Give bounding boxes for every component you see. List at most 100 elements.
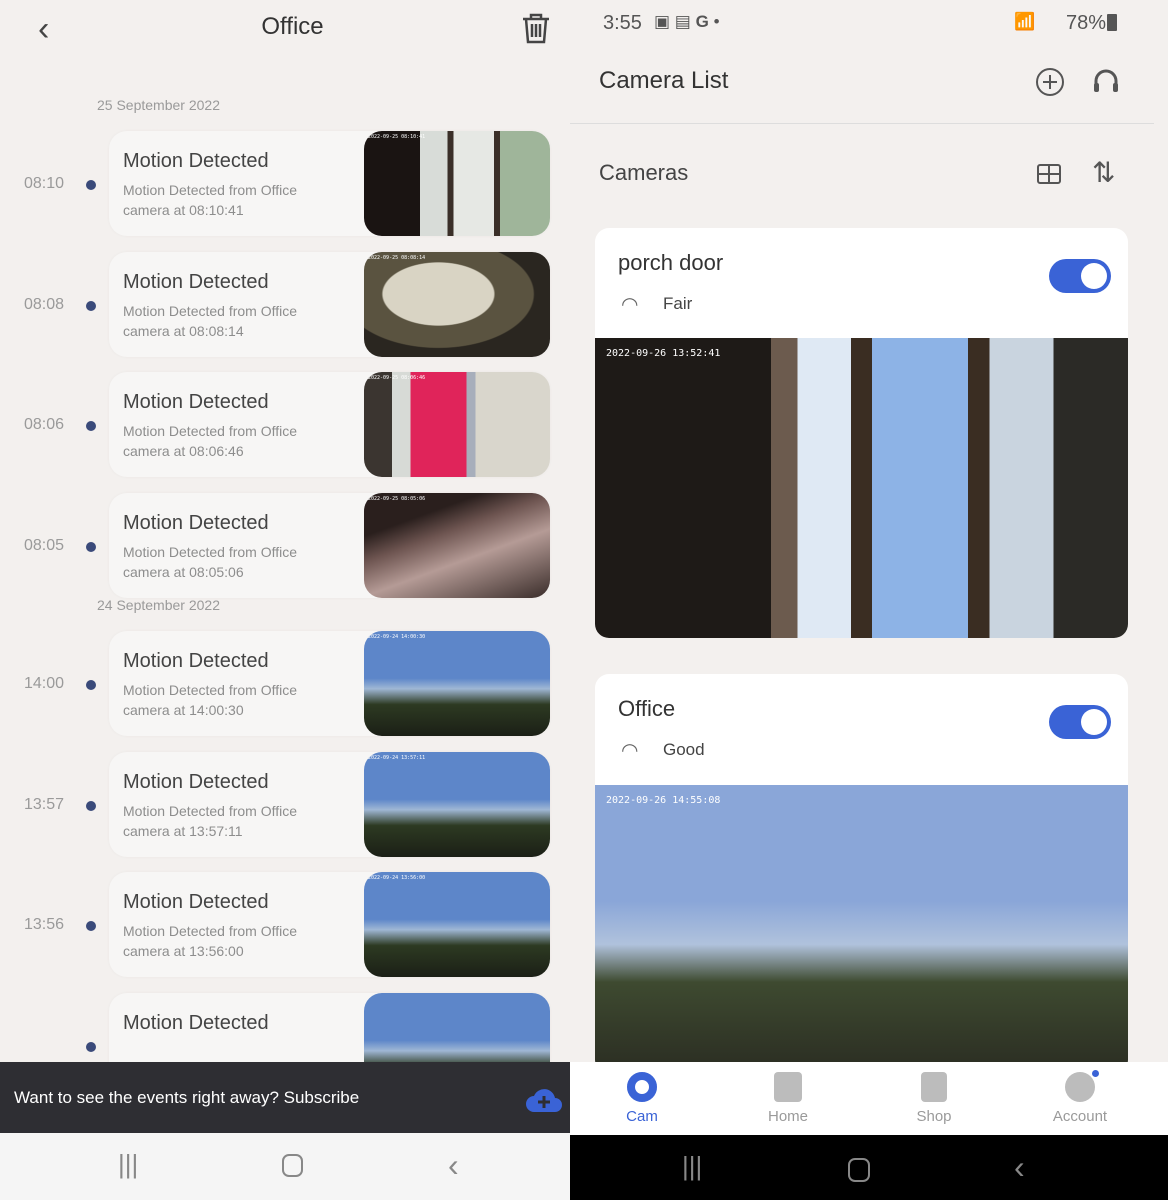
event-time: 08:05 bbox=[24, 536, 65, 554]
event-card[interactable]: Motion Detected Motion Detected from Off… bbox=[109, 631, 550, 736]
grid-view-icon[interactable] bbox=[1036, 162, 1062, 186]
event-row[interactable]: 08:05 Motion Detected Motion Detected fr… bbox=[0, 492, 570, 598]
camera-live-view[interactable]: 2022-09-26 13:52:41 bbox=[595, 338, 1128, 638]
event-thumbnail[interactable]: 2022-09-24 13:57:11 bbox=[364, 751, 550, 857]
event-description: Motion Detected from Office camera at 13… bbox=[123, 923, 298, 959]
battery-level: 78% bbox=[1066, 12, 1107, 34]
thumbnail-timestamp: 2022-09-24 13:57:11 bbox=[368, 754, 426, 761]
event-title: Motion Detected bbox=[123, 391, 269, 413]
camera-name: porch door bbox=[618, 250, 724, 275]
system-nav-bar: ||| ‹ bbox=[570, 1135, 1168, 1200]
camera-timestamp: 2022-09-26 14:55:08 bbox=[606, 795, 721, 806]
timeline-dot bbox=[86, 800, 96, 811]
status-indicators: ▣ ▤ G • bbox=[654, 12, 720, 32]
event-thumbnail[interactable]: 2022-09-24 13:56:00 bbox=[364, 872, 550, 977]
camera-card[interactable]: porch door ◠ Fair 2022-09-26 13:52:41 bbox=[595, 228, 1128, 638]
event-title: Motion Detected bbox=[123, 650, 269, 672]
event-row[interactable]: 13:57 Motion Detected Motion Detected fr… bbox=[0, 751, 570, 857]
event-card[interactable]: Motion Detected Motion Detected from Off… bbox=[109, 492, 550, 598]
subscribe-banner[interactable]: Want to see the events right away? Subsc… bbox=[0, 1062, 570, 1133]
camera-live-view[interactable]: 2022-09-26 14:55:08 bbox=[595, 785, 1128, 1074]
event-title: Motion Detected bbox=[123, 270, 269, 293]
event-thumbnail[interactable]: 2022-09-25 08:06:46 bbox=[364, 372, 550, 477]
delete-button[interactable] bbox=[518, 10, 554, 51]
back-nav-button[interactable]: ‹ bbox=[448, 1147, 459, 1184]
event-card[interactable]: Motion Detected Motion Detected from Off… bbox=[109, 251, 550, 357]
wifi-icon: 📶 bbox=[1014, 12, 1036, 31]
section-title: Cameras bbox=[599, 160, 689, 185]
event-description: Motion Detected from Office camera at 08… bbox=[123, 543, 298, 580]
dot-icon: • bbox=[713, 12, 720, 31]
event-description: Motion Detected from Office camera at 08… bbox=[123, 423, 298, 459]
home-button[interactable] bbox=[282, 1154, 303, 1177]
status-time: 3:55 bbox=[603, 12, 642, 34]
event-row[interactable]: 08:06 Motion Detected Motion Detected fr… bbox=[0, 372, 570, 477]
signal-strength: Good bbox=[663, 740, 705, 759]
thumbnail-timestamp: 2022-09-25 08:10:41 bbox=[368, 134, 426, 140]
timeline-dot bbox=[86, 541, 96, 552]
nav-label: Account bbox=[1052, 1108, 1108, 1125]
nav-account[interactable]: Account bbox=[1030, 1062, 1130, 1125]
camera-timestamp: 2022-09-26 13:52:41 bbox=[606, 348, 721, 359]
home-button[interactable] bbox=[848, 1158, 870, 1182]
nav-label: Shop bbox=[916, 1108, 952, 1125]
home-icon bbox=[774, 1072, 802, 1102]
recent-apps-button[interactable]: ||| bbox=[118, 1149, 138, 1180]
signal-strength: Fair bbox=[663, 294, 693, 313]
camera-card[interactable]: Office ◠ Good 2022-09-26 14:55:08 bbox=[595, 674, 1128, 1074]
cloud-plus-icon[interactable] bbox=[524, 1082, 564, 1114]
event-row[interactable]: 13:56 Motion Detected Motion Detected fr… bbox=[0, 872, 570, 977]
timeline-dot bbox=[86, 421, 96, 431]
back-nav-button[interactable]: ‹ bbox=[1014, 1149, 1025, 1186]
wifi-icon: ◠ bbox=[621, 294, 639, 316]
event-card[interactable]: Motion Detected Motion Detected from Off… bbox=[109, 872, 550, 977]
event-description: Motion Detected from Office camera at 13… bbox=[123, 802, 298, 839]
event-row[interactable]: 14:00 Motion Detected Motion Detected fr… bbox=[0, 631, 570, 736]
event-time: 08:06 bbox=[24, 416, 65, 433]
subscribe-text: Want to see the events right away? Subsc… bbox=[14, 1088, 360, 1107]
event-time: 08:10 bbox=[24, 175, 65, 192]
timeline-dot bbox=[86, 180, 96, 190]
event-card[interactable]: Motion Detected Motion Detected from Off… bbox=[109, 751, 550, 857]
timeline-dot bbox=[86, 680, 96, 690]
battery-icon bbox=[1107, 14, 1117, 31]
add-camera-icon[interactable] bbox=[1034, 66, 1066, 98]
recent-apps-button[interactable]: ||| bbox=[682, 1151, 702, 1182]
event-title: Motion Detected bbox=[123, 1011, 269, 1034]
event-thumbnail[interactable]: 2022-09-24 14:00:30 bbox=[364, 631, 550, 736]
support-headset-icon[interactable] bbox=[1090, 66, 1122, 98]
shop-icon bbox=[921, 1072, 947, 1102]
thumbnail-timestamp: 2022-09-24 13:56:00 bbox=[368, 875, 426, 881]
event-history-screen: ‹ Office 25 September 2022 08:10 Motion D… bbox=[0, 0, 570, 1200]
thumbnail-timestamp: 2022-09-25 08:06:46 bbox=[368, 375, 426, 381]
event-time: 08:08 bbox=[24, 295, 65, 313]
thumbnail-timestamp: 2022-09-25 08:08:14 bbox=[368, 254, 426, 261]
nav-home[interactable]: Home bbox=[738, 1062, 838, 1125]
sort-icon[interactable]: ⇅ bbox=[1092, 156, 1115, 189]
event-title: Motion Detected bbox=[123, 511, 269, 534]
event-title: Motion Detected bbox=[123, 150, 269, 172]
camera-toggle[interactable] bbox=[1049, 259, 1111, 293]
nav-cam[interactable]: Cam bbox=[592, 1062, 692, 1125]
event-description: Motion Detected from Office camera at 14… bbox=[123, 682, 298, 718]
camera-list-screen: 3:55 ▣ ▤ G • 📶 78% Camera List Cameras ⇅… bbox=[570, 0, 1168, 1200]
trash-icon bbox=[523, 13, 549, 44]
google-icon: G bbox=[695, 12, 709, 31]
event-card[interactable]: Motion Detected Motion Detected from Off… bbox=[109, 131, 550, 236]
event-row[interactable]: 08:10 Motion Detected Motion Detected fr… bbox=[0, 131, 570, 236]
divider bbox=[570, 123, 1154, 124]
page-title: Office bbox=[261, 13, 324, 40]
event-thumbnail[interactable]: 2022-09-25 08:10:41 bbox=[364, 131, 550, 236]
camera-toggle[interactable] bbox=[1049, 705, 1111, 739]
nav-shop[interactable]: Shop bbox=[884, 1062, 984, 1125]
notification-dot bbox=[1092, 1070, 1099, 1077]
event-thumbnail[interactable]: 2022-09-25 08:08:14 bbox=[364, 251, 550, 357]
nav-label: Cam bbox=[626, 1108, 658, 1125]
event-card[interactable]: Motion Detected Motion Detected from Off… bbox=[109, 372, 550, 477]
system-nav-bar: ||| ‹ bbox=[0, 1133, 570, 1200]
event-description: Motion Detected from Office camera at 08… bbox=[123, 182, 298, 218]
thumbnail-timestamp: 2022-09-25 08:05:06 bbox=[368, 495, 426, 502]
event-thumbnail[interactable]: 2022-09-25 08:05:06 bbox=[364, 492, 550, 598]
event-time: 13:56 bbox=[24, 916, 65, 933]
event-row[interactable]: 08:08 Motion Detected Motion Detected fr… bbox=[0, 251, 570, 357]
